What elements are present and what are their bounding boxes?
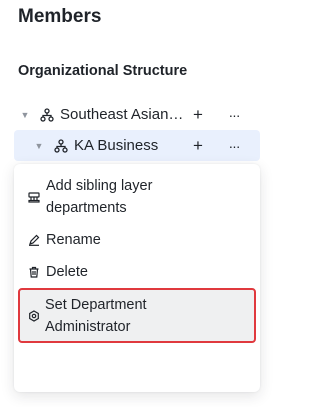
tree-node-label: KA Business (74, 137, 159, 154)
menu-item-add-sibling-department[interactable]: Add sibling layer departments (14, 174, 260, 220)
org-chart-icon (54, 138, 68, 153)
trash-icon (28, 266, 40, 278)
add-department-button[interactable]: + (190, 105, 206, 124)
label-line-2: departments (46, 200, 127, 216)
label-line-1: Add sibling layer (46, 178, 153, 194)
page-title: Members (18, 6, 102, 27)
tree-node-label: Southeast Asian ... (60, 106, 184, 123)
section-title: Organizational Structure (18, 63, 188, 79)
more-options-button[interactable]: ··· (226, 107, 242, 123)
add-department-button[interactable]: + (190, 136, 206, 155)
menu-item-label: Delete (46, 264, 88, 280)
org-chart-icon (40, 107, 54, 122)
caret-down-icon[interactable]: ▼ (20, 110, 30, 120)
menu-item-delete[interactable]: Delete (14, 259, 260, 285)
more-options-button[interactable]: ··· (226, 138, 242, 154)
menu-item-set-department-administrator[interactable]: Set Department Administrator (18, 288, 256, 343)
sibling-department-icon (28, 191, 40, 203)
context-menu: Add sibling layer departments Rename Del… (14, 164, 260, 392)
label-line-2: Administrator (45, 318, 131, 335)
menu-item-label: Set Department Administrator (45, 294, 147, 338)
pen-icon (28, 234, 40, 246)
tree-node-ka-business[interactable]: ▼ KA Business + ··· (14, 130, 260, 161)
settings-gear-icon (28, 309, 40, 322)
menu-item-label: Rename (46, 232, 101, 248)
menu-item-label: Add sibling layer departments (46, 175, 152, 219)
menu-item-rename[interactable]: Rename (14, 227, 260, 253)
caret-down-icon[interactable]: ▼ (34, 141, 44, 151)
label-line-1: Set Department (45, 296, 147, 313)
tree-node-southeast-asian[interactable]: ▼ Southeast Asian ... + ··· (14, 99, 260, 130)
